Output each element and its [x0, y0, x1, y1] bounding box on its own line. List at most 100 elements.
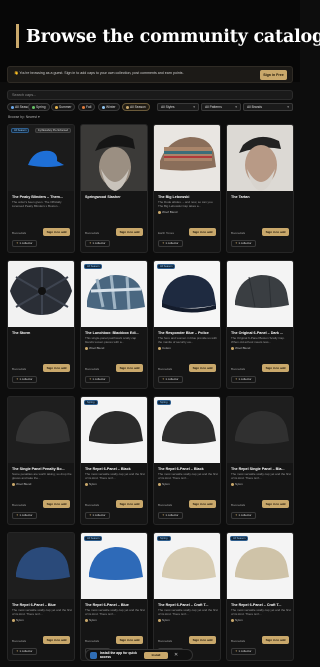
sign-in-to-add-button[interactable]: Sign in to add — [262, 228, 289, 236]
filter-chip-fall[interactable]: Fall — [78, 103, 96, 111]
sign-in-to-add-button[interactable]: Sign in to add — [43, 636, 70, 644]
sign-in-to-add-button[interactable]: Sign in to add — [43, 364, 70, 372]
cap-card[interactable]: All Season The Repel 6-Panel – Blue The mo… — [80, 532, 148, 661]
filter-chip-spring[interactable]: Spring — [28, 103, 50, 111]
brand-label: Boonedals — [85, 367, 100, 371]
cap-card[interactable]: The Single Panel Penalty Bo... Some penal… — [7, 396, 75, 525]
cap-card[interactable]: Spring The Repel 6-Panel – Craft T... The … — [153, 532, 221, 661]
cap-image[interactable] — [81, 261, 147, 327]
cap-image[interactable] — [81, 125, 147, 191]
material-label: Nylon — [231, 618, 243, 622]
sign-in-to-add-button[interactable]: Sign in to add — [116, 636, 143, 644]
cap-card[interactable]: Spring The Repel 6-Panel – Black The most … — [80, 396, 148, 525]
cap-title[interactable]: The Repel 6-Panel – Blue — [12, 603, 72, 607]
cap-title[interactable]: The Repel 6-Panel – Black — [158, 467, 218, 471]
cap-card[interactable]: Spring The Repel 6-Panel – Black The most … — [153, 396, 221, 525]
filter-chip-winter[interactable]: Winter — [98, 103, 120, 111]
cap-card[interactable]: The Repel 6-Panel – Blue The most versati… — [7, 532, 75, 661]
cap-card[interactable]: All Season Ivy/Newsboy Pre-Schemed The Pea… — [7, 124, 75, 253]
collector-count: 1 collector — [85, 512, 110, 519]
style-badge: Ivy/Newsboy Pre-Schemed — [34, 128, 71, 133]
cap-card[interactable]: The Big Lebowski The Dude abides. – and n… — [153, 124, 221, 253]
cap-image[interactable] — [154, 125, 220, 191]
app-icon — [90, 652, 97, 659]
collector-count: 1 collector — [231, 376, 256, 383]
cap-image[interactable] — [154, 397, 220, 463]
cap-image[interactable] — [227, 261, 293, 327]
cap-card[interactable]: The Storm Boonedals Sign in to add 1 collec… — [7, 260, 75, 389]
cap-description: This single-panel patchwork scally cap b… — [85, 337, 137, 344]
cap-image[interactable] — [154, 533, 220, 599]
brand-label: Boonedals — [12, 639, 27, 643]
sign-in-button[interactable]: Sign in Free — [260, 70, 287, 80]
cap-description: The most versatile scally cap yet and th… — [158, 473, 218, 480]
sign-in-to-add-button[interactable]: Sign in to add — [189, 500, 216, 508]
brands-select[interactable]: All Brands — [243, 103, 293, 111]
sign-in-to-add-button[interactable]: Sign in to add — [43, 228, 70, 236]
cap-title[interactable]: The Big Lebowski — [158, 195, 218, 199]
cap-image[interactable] — [81, 533, 147, 599]
cap-title[interactable]: The Tartan — [231, 195, 291, 199]
cap-card[interactable]: Springwood Slasher Boonedals Sign in to ad… — [80, 124, 148, 253]
sign-in-to-add-button[interactable]: Sign in to add — [262, 500, 289, 508]
cap-title[interactable]: The Responder Blue – Police — [158, 331, 218, 335]
cap-title[interactable]: The Storm — [12, 331, 72, 335]
cap-title[interactable]: The Peaky Blinders – Them... — [12, 195, 72, 199]
sign-in-to-add-button[interactable]: Sign in to add — [189, 228, 216, 236]
sign-in-to-add-button[interactable]: Sign in to add — [116, 364, 143, 372]
sign-in-to-add-button[interactable]: Sign in to add — [43, 500, 70, 508]
cap-image[interactable] — [8, 397, 74, 463]
install-banner: Install the app for quick access Install… — [85, 649, 193, 661]
cap-image[interactable] — [154, 261, 220, 327]
cap-card[interactable]: The Original 6-Panel – Dark ... The Origi… — [226, 260, 294, 389]
sign-in-to-add-button[interactable]: Sign in to add — [116, 228, 143, 236]
sign-in-to-add-button[interactable]: Sign in to add — [116, 500, 143, 508]
material-label: Nylon — [231, 482, 243, 486]
season-badge: Spring — [84, 400, 98, 405]
cap-card[interactable]: All Season The Lunchbox: Blackbox Edi... T… — [80, 260, 148, 389]
cap-card[interactable]: All Season The Repel 6-Panel – Craft T...… — [226, 532, 294, 661]
cap-card[interactable]: The Tartan Boonedals Sign in to add 1 colle… — [226, 124, 294, 253]
sign-in-to-add-button[interactable]: Sign in to add — [262, 364, 289, 372]
sign-in-to-add-button[interactable]: Sign in to add — [189, 364, 216, 372]
material-label: Nylon — [158, 618, 170, 622]
search-input[interactable]: Search caps... — [7, 90, 293, 100]
cap-image[interactable] — [227, 397, 293, 463]
styles-select[interactable]: All Styles — [157, 103, 199, 111]
cap-card[interactable]: The Repel Single Panel – Bla... The most … — [226, 396, 294, 525]
cap-image[interactable] — [227, 533, 293, 599]
sign-in-to-add-button[interactable]: Sign in to add — [262, 636, 289, 644]
cap-title[interactable]: The Repel 6-Panel – Craft T... — [158, 603, 218, 607]
install-text: Install the app for quick access — [100, 651, 138, 659]
cap-image[interactable] — [227, 125, 293, 191]
cap-title[interactable]: The Original 6-Panel – Dark ... — [231, 331, 291, 335]
collector-count: 1 collector — [158, 512, 183, 519]
cap-image[interactable] — [8, 261, 74, 327]
cap-title[interactable]: The Repel 6-Panel – Blue — [85, 603, 145, 607]
cap-card[interactable]: All Season The Responder Blue – Police The… — [153, 260, 221, 389]
close-icon[interactable]: ✕ — [174, 652, 178, 658]
cap-title[interactable]: The Repel 6-Panel – Craft T... — [231, 603, 291, 607]
collector-count: 1 collector — [12, 648, 37, 655]
patterns-select[interactable]: All Patterns — [201, 103, 241, 111]
material-label: Woof Blend — [158, 210, 177, 214]
filter-chip-all-season[interactable]: All Season — [122, 103, 150, 111]
filter-chip-summer[interactable]: Summer — [51, 103, 76, 111]
season-badge: All Season — [84, 536, 103, 541]
install-button[interactable]: Install — [144, 652, 168, 659]
cap-title[interactable]: The Repel Single Panel – Bla... — [231, 467, 291, 471]
cap-title[interactable]: The Single Panel Penalty Bo... — [12, 467, 72, 471]
cap-title[interactable]: The Lunchbox: Blackbox Edi... — [85, 331, 145, 335]
brand-label: Boonedals — [12, 231, 27, 235]
cap-title[interactable]: The Repel 6-Panel – Black — [85, 467, 145, 471]
material-label: Wool Blend — [85, 346, 104, 350]
season-badge: All Season — [157, 264, 176, 269]
cap-image[interactable] — [8, 533, 74, 599]
collector-count: 1 collector — [158, 376, 183, 383]
cap-image[interactable] — [81, 397, 147, 463]
cap-title[interactable]: Springwood Slasher — [85, 195, 145, 199]
cap-image[interactable] — [8, 125, 74, 191]
material-label: Nylon — [12, 618, 24, 622]
sort-label[interactable]: Browse by: Newest ▾ — [8, 115, 40, 119]
sign-in-to-add-button[interactable]: Sign in to add — [189, 636, 216, 644]
